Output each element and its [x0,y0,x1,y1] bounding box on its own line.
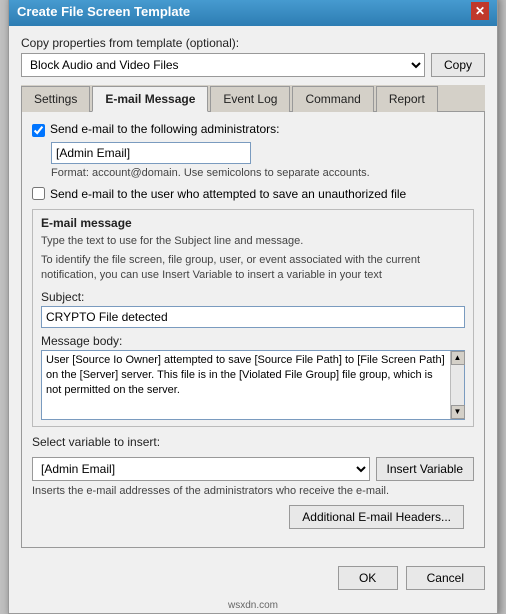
copy-row: Block Audio and Video Files Copy [21,53,485,77]
tabs-bar: Settings E-mail Message Event Log Comman… [21,85,485,112]
close-button[interactable]: ✕ [471,2,489,20]
copy-button[interactable]: Copy [431,53,485,77]
create-file-screen-dialog: Create File Screen Template ✕ Copy prope… [8,0,498,614]
tab-settings[interactable]: Settings [21,86,90,112]
ok-button[interactable]: OK [338,566,398,590]
admin-email-input[interactable] [51,142,251,164]
title-bar: Create File Screen Template ✕ [9,0,497,26]
format-text: Format: account@domain. Use semicolons t… [51,167,474,179]
tab-command[interactable]: Command [292,86,373,112]
tab-report[interactable]: Report [376,86,438,112]
scroll-up-button[interactable]: ▲ [451,351,465,365]
additional-headers-button[interactable]: Additional E-mail Headers... [289,505,464,529]
watermark: wsxdn.com [9,600,497,613]
tab-eventlog[interactable]: Event Log [210,86,290,112]
scroll-down-button[interactable]: ▼ [451,405,465,419]
group-title: E-mail message [41,216,465,230]
group-desc1: Type the text to use for the Subject lin… [41,234,465,249]
subject-input[interactable] [41,306,465,328]
unauthorized-row: Send e-mail to the user who attempted to… [32,187,474,201]
message-body-textarea[interactable]: User [Source Io Owner] attempted to save… [42,351,450,419]
admin-email-checkbox[interactable] [32,124,45,137]
variable-desc: Inserts the e-mail addresses of the admi… [32,485,474,497]
unauthorized-label: Send e-mail to the user who attempted to… [50,187,406,201]
tab-content-email: Send e-mail to the following administrat… [21,112,485,547]
footer-buttons: OK Cancel [9,558,497,600]
template-select[interactable]: Block Audio and Video Files [21,53,425,77]
admin-email-label: Send e-mail to the following administrat… [50,122,279,136]
message-body-container: User [Source Io Owner] attempted to save… [41,350,465,420]
cancel-button[interactable]: Cancel [406,566,485,590]
copy-label: Copy properties from template (optional)… [21,36,485,50]
tab-email[interactable]: E-mail Message [92,86,208,112]
dialog-body: Copy properties from template (optional)… [9,26,497,557]
email-message-group: E-mail message Type the text to use for … [32,209,474,426]
variable-label: Select variable to insert: [32,435,474,449]
message-label: Message body: [41,334,465,348]
bottom-actions: Additional E-mail Headers... [32,497,474,537]
scroll-track [452,365,464,405]
variable-row: [Admin Email] Insert Variable [32,457,474,481]
dialog-title: Create File Screen Template [17,4,190,19]
group-desc2: To identify the file screen, file group,… [41,253,465,284]
unauthorized-checkbox[interactable] [32,187,45,200]
insert-variable-button[interactable]: Insert Variable [376,457,474,481]
admin-email-row: Send e-mail to the following administrat… [32,122,474,137]
variable-select[interactable]: [Admin Email] [32,457,370,481]
subject-label: Subject: [41,290,465,304]
message-scrollbar: ▲ ▼ [450,351,464,419]
